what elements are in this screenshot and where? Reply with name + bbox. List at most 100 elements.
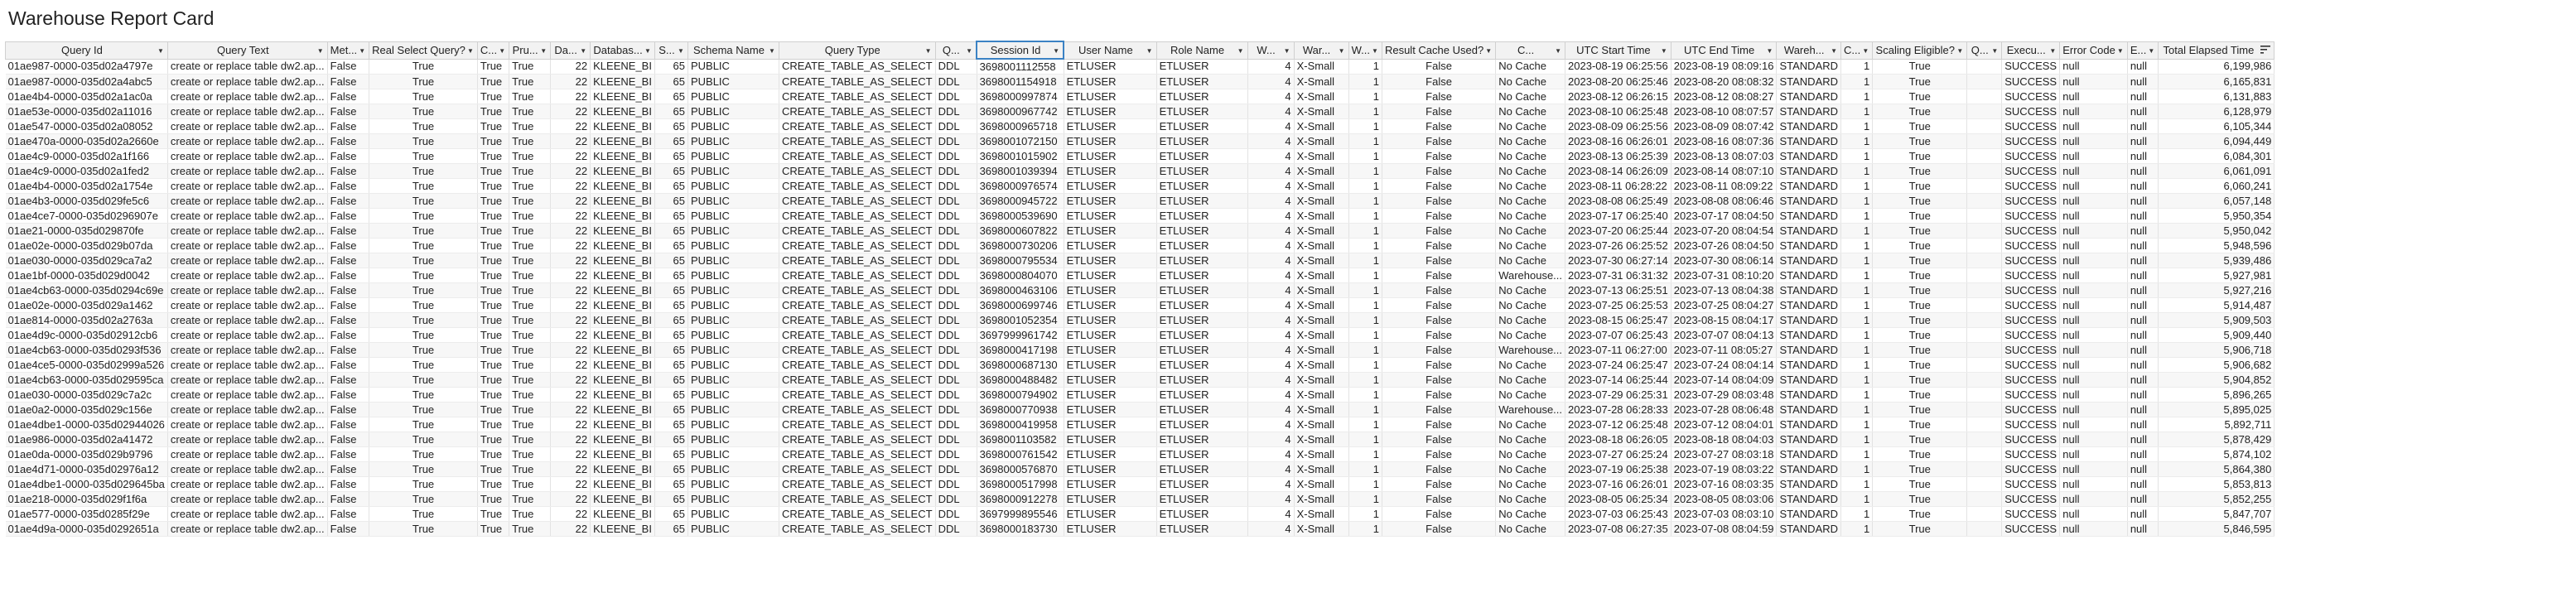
table-row[interactable]: 01ae0a2-0000-035d029c156e create or repla… — [5, 402, 2275, 417]
column-header[interactable]: Databas... ▼ — [590, 41, 655, 60]
column-header[interactable]: C... ▼ — [1840, 41, 1874, 60]
column-header[interactable]: Q... ▼ — [934, 41, 977, 60]
table-row[interactable]: 01ae814-0000-035d02a2763a create or repla… — [5, 312, 2275, 328]
table-row[interactable]: 01ae4ce7-0000-035d0296907e create or repl… — [5, 208, 2275, 224]
column-menu-caret-icon[interactable]: ▼ — [925, 45, 932, 58]
column-menu-caret-icon[interactable]: ▼ — [2049, 45, 2056, 58]
table-row[interactable]: 01ae4b4-0000-035d02a1ac0a create or repla… — [5, 89, 2275, 104]
column-menu-caret-icon[interactable]: ▼ — [1372, 45, 1378, 58]
table-cell: True — [477, 342, 510, 358]
table-row[interactable]: 01ae02e-0000-035d029a1462 create or repla… — [5, 297, 2275, 313]
table-cell: create or replace table dw2.ap... — [167, 223, 328, 239]
column-menu-caret-icon[interactable]: ▼ — [540, 45, 547, 58]
column-header[interactable]: E... ▼ — [2126, 41, 2159, 60]
table-row[interactable]: 01ae4b4-0000-035d02a1754e create or repla… — [5, 178, 2275, 194]
column-header[interactable]: Role Name ▼ — [1155, 41, 1248, 60]
table-row[interactable]: 01ae030-0000-035d029ca7a2 create or repla… — [5, 253, 2275, 268]
column-header[interactable]: UTC End Time ▼ — [1670, 41, 1778, 60]
table-cell: null — [2059, 253, 2128, 268]
column-menu-caret-icon[interactable]: ▼ — [1146, 45, 1153, 58]
table-row[interactable]: 01ae53e-0000-035d02a11016 create or repla… — [5, 104, 2275, 119]
table-row[interactable]: 01ae21-0000-035d029870fe create or replac… — [5, 223, 2275, 239]
column-header[interactable]: C... ▼ — [476, 41, 510, 60]
column-menu-caret-icon[interactable]: ▼ — [499, 45, 505, 58]
column-header[interactable]: Total Elapsed Time — [2158, 41, 2275, 60]
table-row[interactable]: 01ae4cb63-0000-035d029595ca create or rep… — [5, 372, 2275, 388]
column-header[interactable]: Result Cache Used? ▼ — [1381, 41, 1497, 60]
table-cell: 2023-07-07 08:04:13 — [1671, 327, 1778, 343]
column-menu-caret-icon[interactable]: ▼ — [1661, 45, 1667, 58]
column-menu-caret-icon[interactable]: ▼ — [467, 45, 474, 58]
column-menu-caret-icon[interactable]: ▼ — [1956, 45, 1963, 58]
column-menu-caret-icon[interactable]: ▼ — [966, 45, 972, 58]
table-row[interactable]: 01ae987-0000-035d02a4abc5 create or repla… — [5, 74, 2275, 89]
column-header[interactable]: Query Id ▼ — [5, 41, 168, 60]
column-menu-caret-icon[interactable]: ▼ — [2148, 45, 2154, 58]
column-header[interactable]: Da... ▼ — [550, 41, 591, 60]
column-menu-caret-icon[interactable]: ▼ — [1339, 45, 1345, 58]
column-header[interactable]: C... ▼ — [1495, 41, 1566, 60]
table-row[interactable]: 01ae4dbe1-0000-035d02944026 create or rep… — [5, 417, 2275, 432]
column-menu-caret-icon[interactable]: ▼ — [1284, 45, 1290, 58]
table-row[interactable]: 01ae1bf-0000-035d029d0042 create or repla… — [5, 268, 2275, 283]
column-header[interactable]: W... ▼ — [1247, 41, 1295, 60]
column-header[interactable]: UTC Start Time ▼ — [1565, 41, 1672, 60]
column-menu-caret-icon[interactable]: ▼ — [317, 45, 324, 58]
table-row[interactable]: 01ae470a-0000-035d02a2660e create or repl… — [5, 133, 2275, 149]
column-menu-caret-icon[interactable]: ▼ — [2117, 45, 2124, 58]
column-header[interactable]: Error Code ▼ — [2059, 41, 2128, 60]
column-menu-caret-icon[interactable]: ▼ — [157, 45, 164, 58]
table-row[interactable]: 01ae577-0000-035d0285f29e create or repla… — [5, 506, 2275, 522]
table-row[interactable]: 01ae4c9-0000-035d02a1fed2 create or repla… — [5, 163, 2275, 179]
column-menu-caret-icon[interactable]: ▼ — [1991, 45, 1998, 58]
table-row[interactable]: 01ae4ce5-0000-035d02999a526 create or rep… — [5, 357, 2275, 373]
column-header[interactable]: Q... ▼ — [1966, 41, 2003, 60]
column-header[interactable]: Scaling Eligible? ▼ — [1872, 41, 1968, 60]
column-header[interactable]: Schema Name ▼ — [687, 41, 779, 60]
table-row[interactable]: 01ae547-0000-035d02a08052 create or repla… — [5, 118, 2275, 134]
column-menu-caret-icon[interactable]: ▼ — [1485, 45, 1492, 58]
table-row[interactable]: 01ae4d9a-0000-035d0292651a create or repl… — [5, 521, 2275, 537]
column-header[interactable]: W... ▼ — [1348, 41, 1382, 60]
table-row[interactable]: 01ae4d71-0000-035d02976a12 create or repl… — [5, 461, 2275, 477]
table-cell: False — [1382, 118, 1497, 134]
table-row[interactable]: 01ae02e-0000-035d029b07da create or repla… — [5, 238, 2275, 253]
column-header[interactable]: User Name ▼ — [1063, 41, 1157, 60]
column-menu-caret-icon[interactable]: ▼ — [769, 45, 775, 58]
column-menu-caret-icon[interactable]: ▼ — [1555, 45, 1561, 58]
column-menu-caret-icon[interactable]: ▼ — [644, 45, 651, 58]
column-header[interactable]: Met... ▼ — [326, 41, 370, 60]
column-menu-caret-icon[interactable]: ▼ — [678, 45, 684, 58]
column-menu-caret-icon[interactable]: ▼ — [1767, 45, 1773, 58]
column-header[interactable]: Pru... ▼ — [509, 41, 552, 60]
column-menu-caret-icon[interactable]: ▼ — [1237, 45, 1244, 58]
table-row[interactable]: 01ae987-0000-035d02a4797e create or repla… — [5, 59, 2275, 75]
column-menu-caret-icon[interactable]: ▼ — [359, 45, 365, 58]
table-row[interactable]: 01ae4b3-0000-035d029fe5c6 create or repla… — [5, 193, 2275, 209]
column-menu-caret-icon[interactable]: ▼ — [1862, 45, 1869, 58]
table-row[interactable]: 01ae4dbe1-0000-035d029645ba create or rep… — [5, 476, 2275, 492]
column-header[interactable]: Real Select Query? ▼ — [369, 41, 478, 60]
table-row[interactable]: 01ae4d9c-0000-035d02912cb6 create or repl… — [5, 327, 2275, 343]
column-menu-caret-icon[interactable]: ▼ — [1831, 45, 1837, 58]
column-header[interactable]: S... ▼ — [654, 41, 688, 60]
column-header[interactable]: Wareh... ▼ — [1776, 41, 1842, 60]
column-header[interactable]: Query Text ▼ — [166, 41, 328, 60]
table-row[interactable]: 01ae4cb63-0000-035d0293f536 create or rep… — [5, 342, 2275, 358]
column-header[interactable]: Session Id ▼ — [976, 41, 1065, 60]
table-cell — [1966, 476, 2003, 492]
table-row[interactable]: 01ae986-0000-035d02a41472 create or repla… — [5, 432, 2275, 447]
table-cell: 2023-07-19 06:25:38 — [1565, 461, 1672, 477]
table-row[interactable]: 01ae0da-0000-035d029b9796 create or repla… — [5, 446, 2275, 462]
table-row[interactable]: 01ae4c9-0000-035d02a1f166 create or repla… — [5, 148, 2275, 164]
column-header[interactable]: Execu... ▼ — [2001, 41, 2061, 60]
column-menu-caret-icon[interactable]: ▼ — [580, 45, 586, 58]
table-row[interactable]: 01ae4cb63-0000-035d0294c69e create or rep… — [5, 282, 2275, 298]
sort-descending-icon[interactable] — [2260, 44, 2271, 55]
column-header[interactable]: Query Type ▼ — [778, 41, 936, 60]
table-cell: ETLUSER — [1156, 238, 1248, 253]
table-row[interactable]: 01ae218-0000-035d029f1f6a create or repla… — [5, 491, 2275, 507]
column-menu-caret-icon[interactable]: ▼ — [1053, 45, 1059, 57]
table-row[interactable]: 01ae030-0000-035d029c7a2c create or repla… — [5, 387, 2275, 403]
column-header[interactable]: War... ▼ — [1293, 41, 1349, 60]
